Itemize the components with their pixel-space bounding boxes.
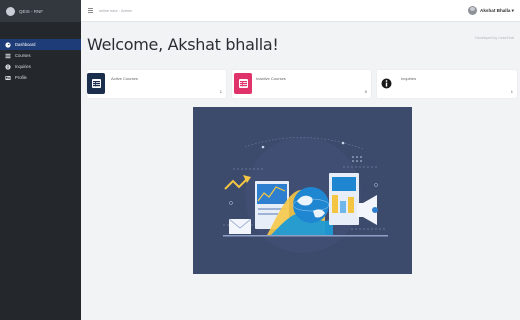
brand-logo-icon (6, 6, 15, 16)
profile-card-icon (5, 75, 11, 81)
dashboard-illustration (193, 107, 412, 274)
inactive-courses-card[interactable]: Inactive Courses 0 (232, 70, 371, 98)
sidebar-item-label: Courses (15, 53, 31, 58)
breadcrumb: online tutor - Admin (99, 8, 132, 13)
sidebar: QEIS - RNF Dashboard Courses Inquiries P… (0, 0, 81, 320)
avatar (468, 6, 478, 15)
user-name: Akshat Bhalla ▾ (480, 7, 514, 13)
menu-toggle-icon[interactable] (88, 8, 93, 13)
developer-note: Developed by LearnHub (475, 36, 514, 40)
user-menu[interactable]: Akshat Bhalla ▾ (468, 6, 514, 15)
info-icon (377, 73, 395, 94)
grid-icon (87, 73, 105, 94)
card-label: Inquiries (401, 76, 417, 81)
card-label: Active Courses (111, 76, 138, 81)
sidebar-item-courses[interactable]: Courses (0, 50, 81, 61)
brand-name: QEIS - RNF (19, 8, 44, 14)
sidebar-item-profile[interactable]: Profile (0, 72, 81, 83)
inquiries-card[interactable]: Inquiries 1 (377, 70, 517, 98)
card-value: 1 (510, 89, 513, 94)
dashboard-icon (5, 41, 11, 48)
sidebar-item-dashboard[interactable]: Dashboard (0, 39, 81, 50)
brand[interactable]: QEIS - RNF (0, 0, 81, 22)
grid-icon (234, 73, 252, 94)
info-icon (5, 63, 11, 70)
page-title: Welcome, Akshat bhalla! (87, 35, 279, 54)
card-value: 0 (364, 89, 367, 94)
card-value: 1 (219, 89, 222, 94)
card-label: Inactive Courses (256, 76, 286, 81)
active-courses-card[interactable]: Active Courses 1 (87, 70, 226, 98)
list-icon (5, 53, 11, 59)
analytics-illustration-icon (193, 107, 412, 274)
sidebar-nav: Dashboard Courses Inquiries Profile (0, 39, 81, 83)
sidebar-item-label: Inquiries (15, 64, 31, 69)
sidebar-item-label: Profile (15, 75, 27, 80)
sidebar-item-label: Dashboard (15, 42, 36, 47)
topbar: online tutor - Admin Akshat Bhalla ▾ (81, 0, 520, 22)
sidebar-item-inquiries[interactable]: Inquiries (0, 61, 81, 72)
